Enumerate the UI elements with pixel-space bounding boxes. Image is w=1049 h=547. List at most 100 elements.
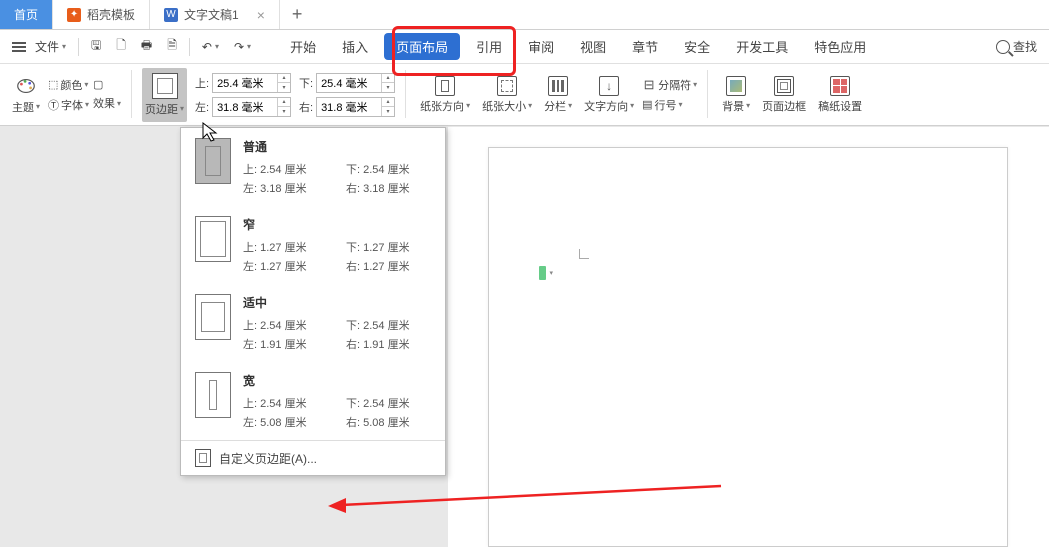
preset-bottom: 下: 2.54 厘米 <box>346 161 431 177</box>
preset-right: 右: 3.18 厘米 <box>346 180 431 196</box>
paragraph-marker[interactable]: ▾ <box>539 266 553 280</box>
font-button[interactable]: Ⓣ 字体▾ <box>48 97 89 113</box>
tab-bar: 首页 ✦ 稻壳模板 W 文字文稿1 × + <box>0 0 1049 30</box>
separator <box>189 38 190 56</box>
ribbon-separator <box>131 70 132 118</box>
bg-label: 背景 <box>722 98 744 114</box>
margin-custom-item[interactable]: 自定义页边距(A)... <box>181 440 445 475</box>
qt-save[interactable]: 🖫 <box>85 32 107 61</box>
margin-thumb-icon <box>195 372 231 418</box>
tab-home[interactable]: 首页 <box>0 0 53 29</box>
cols-button[interactable]: 分栏▾ <box>540 68 576 122</box>
preset-top: 上: 1.27 厘米 <box>243 239 328 255</box>
size-icon <box>497 76 517 96</box>
search-button[interactable]: 查找 <box>990 34 1043 59</box>
effects-button[interactable]: 效果▾ <box>93 95 121 111</box>
margin-thumb-icon <box>195 216 231 262</box>
lineno-button[interactable]: ▤行号▾ <box>642 97 697 113</box>
hamburger-icon <box>12 46 26 48</box>
color-label: 颜色 <box>60 77 82 93</box>
effects-label: 效果 <box>93 95 115 111</box>
preset-bottom: 下: 2.54 厘米 <box>346 317 431 333</box>
break-button[interactable]: 分隔符▾ <box>642 77 697 93</box>
qt-print[interactable]: 🖶 <box>135 32 158 61</box>
file-menu[interactable]: 文件 ▾ <box>6 34 72 59</box>
orient-icon <box>435 76 455 96</box>
bottom-label: 下: <box>295 75 313 91</box>
border-button[interactable]: 页面边框 <box>758 68 810 122</box>
menu-right: 查找 <box>990 34 1043 59</box>
preset-title: 窄 <box>243 216 431 233</box>
box-button[interactable]: ▢ <box>93 78 121 91</box>
border-label: 页面边框 <box>762 98 806 114</box>
margin-preset-wide[interactable]: 宽 上: 2.54 厘米 下: 2.54 厘米 左: 5.08 厘米 右: 5.… <box>181 362 445 440</box>
preset-left: 左: 1.91 厘米 <box>243 336 328 352</box>
separator <box>78 38 79 56</box>
color-button[interactable]: ⬚ 颜色▾ <box>48 77 89 93</box>
txtdir-label: 文字方向 <box>584 98 628 114</box>
margin-preset-narrow[interactable]: 窄 上: 1.27 厘米 下: 1.27 厘米 左: 1.27 厘米 右: 1.… <box>181 206 445 284</box>
margin-label: 页边距 <box>145 101 178 117</box>
tab-close-icon[interactable]: × <box>257 7 265 23</box>
preset-right: 右: 5.08 厘米 <box>346 414 431 430</box>
menu-tab-view[interactable]: 视图 <box>570 31 616 62</box>
preset-bottom: 下: 1.27 厘米 <box>346 239 431 255</box>
file-label: 文件 <box>35 38 59 55</box>
gridpaper-button[interactable]: 稿纸设置 <box>814 68 866 122</box>
margin-bottom-input[interactable]: ▴▾ <box>316 73 395 93</box>
margin-thumb-icon <box>195 138 231 184</box>
tab-daoke-label: 稻壳模板 <box>87 6 135 23</box>
daoke-icon: ✦ <box>67 8 81 22</box>
page-margin-button[interactable]: 页边距▾ <box>142 68 187 122</box>
theme-label: 主题 <box>12 99 34 115</box>
menu-tab-ref[interactable]: 引用 <box>466 31 512 62</box>
font-label: 字体 <box>61 97 83 113</box>
menu-tab-layout[interactable]: 页面布局 <box>384 33 460 60</box>
qt-redo[interactable]: ↷ ▾ <box>228 36 257 58</box>
orient-button[interactable]: 纸张方向▾ <box>416 68 474 122</box>
menu-tab-chapter[interactable]: 章节 <box>622 31 668 62</box>
cols-icon <box>548 76 568 96</box>
menu-tab-dev[interactable]: 开发工具 <box>726 31 798 62</box>
txtdir-icon <box>599 76 619 96</box>
preset-top: 上: 2.54 厘米 <box>243 161 328 177</box>
theme-button[interactable]: 主题▾ <box>8 68 44 122</box>
size-button[interactable]: 纸张大小▾ <box>478 68 536 122</box>
chevron-down-icon: ▾ <box>62 42 66 51</box>
top-label: 上: <box>191 75 209 91</box>
break-label: 分隔符 <box>658 77 691 93</box>
menu-tab-review[interactable]: 审阅 <box>518 31 564 62</box>
lineno-label: 行号 <box>655 97 677 113</box>
preset-title: 适中 <box>243 294 431 311</box>
bg-icon <box>726 76 746 96</box>
break-icon <box>642 78 656 92</box>
page[interactable]: ▾ <box>488 147 1008 547</box>
tab-add-button[interactable]: + <box>280 0 315 29</box>
orient-label: 纸张方向 <box>420 98 464 114</box>
search-label: 查找 <box>1013 38 1037 55</box>
menu-tab-start[interactable]: 开始 <box>280 31 326 62</box>
tab-daoke[interactable]: ✦ 稻壳模板 <box>53 0 150 29</box>
bg-button[interactable]: 背景▾ <box>718 68 754 122</box>
menu-bar: 文件 ▾ 🖫 🗋 🖶 🗎 ↶ ▾ ↷ ▾ 开始 插入 页面布局 引用 审阅 视图… <box>0 30 1049 64</box>
preset-title: 普通 <box>243 138 431 155</box>
margin-top-input[interactable]: ▴▾ <box>212 73 291 93</box>
menu-tab-insert[interactable]: 插入 <box>332 31 378 62</box>
menu-tab-special[interactable]: 特色应用 <box>804 31 876 62</box>
menu-tab-security[interactable]: 安全 <box>674 31 720 62</box>
margin-preset-moderate[interactable]: 适中 上: 2.54 厘米 下: 2.54 厘米 左: 1.91 厘米 右: 1… <box>181 284 445 362</box>
qt-preview[interactable]: 🗎 <box>161 32 183 61</box>
canvas-area: ▾ <box>448 127 1049 547</box>
qt-undo[interactable]: ↶ ▾ <box>196 36 225 58</box>
grid-icon <box>830 76 850 96</box>
left-label: 左: <box>191 99 209 115</box>
border-icon <box>774 76 794 96</box>
margin-preset-normal[interactable]: 普通 上: 2.54 厘米 下: 2.54 厘米 左: 3.18 厘米 右: 3… <box>181 128 445 206</box>
margin-right-input[interactable]: ▴▾ <box>316 97 395 117</box>
qt-export[interactable]: 🗋 <box>110 32 132 61</box>
preset-left: 左: 5.08 厘米 <box>243 414 328 430</box>
preset-right: 右: 1.91 厘米 <box>346 336 431 352</box>
txtdir-button[interactable]: 文字方向▾ <box>580 68 638 122</box>
tab-document[interactable]: W 文字文稿1 × <box>150 0 280 29</box>
margin-left-input[interactable]: ▴▾ <box>212 97 291 117</box>
